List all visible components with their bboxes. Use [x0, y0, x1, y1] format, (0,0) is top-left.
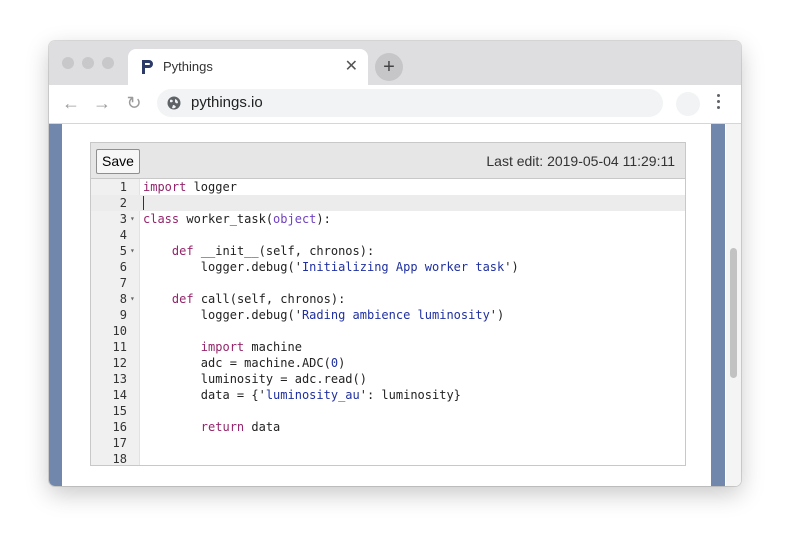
new-tab-button[interactable]: + — [375, 53, 403, 81]
code-text: def call(self, chronos): — [171, 292, 346, 306]
scrollbar-thumb[interactable] — [730, 248, 737, 378]
line-number: 16 — [112, 420, 127, 434]
code-line[interactable]: 6 logger.debug('Initializing App worker … — [91, 259, 685, 275]
editor-header: Save Last edit: 2019-05-04 11:29:11 — [91, 143, 685, 179]
line-number: 11 — [112, 340, 127, 354]
line-number: 7 — [119, 276, 127, 290]
fold-arrow-icon[interactable]: ▾ — [130, 211, 135, 227]
line-number: 5 — [119, 244, 127, 258]
browser-window: Pythings ✕ + ← → ↻ pythings.io Save Last — [49, 41, 741, 486]
tab-close-icon[interactable]: ✕ — [345, 58, 358, 76]
line-number: 10 — [112, 324, 127, 338]
code-line[interactable]: 12 adc = machine.ADC(0) — [91, 355, 685, 371]
fold-arrow-icon[interactable]: ▾ — [130, 243, 135, 259]
maximize-window-button[interactable] — [102, 57, 114, 69]
code-line[interactable]: 2 — [91, 195, 685, 211]
line-number: 4 — [119, 228, 127, 242]
line-number: 9 — [119, 308, 127, 322]
url-text: pythings.io — [191, 94, 263, 111]
line-number: 15 — [112, 404, 127, 418]
back-arrow-icon[interactable]: ← — [61, 93, 81, 113]
code-line[interactable]: 11 import machine — [91, 339, 685, 355]
code-line[interactable]: 9 logger.debug('Rading ambience luminosi… — [91, 307, 685, 323]
profile-avatar[interactable] — [676, 92, 700, 116]
globe-icon — [167, 96, 181, 110]
page-content: Save Last edit: 2019-05-04 11:29:11 1 imp… — [49, 124, 741, 486]
code-line[interactable]: 17 — [91, 435, 685, 451]
code-line[interactable]: 1 import logger — [91, 179, 685, 195]
code-text: import machine — [200, 340, 302, 354]
tab-title: Pythings — [163, 59, 213, 74]
last-edit-timestamp: Last edit: 2019-05-04 11:29:11 — [486, 153, 675, 169]
code-line[interactable]: 15 — [91, 403, 685, 419]
reload-icon[interactable]: ↻ — [124, 93, 144, 113]
code-editor[interactable]: 1 import logger 2 3 ▾ class worker_task(objec… — [91, 179, 685, 465]
left-side-panel — [49, 124, 62, 486]
code-text: logger.debug('Initializing App worker ta… — [143, 260, 519, 274]
code-line[interactable]: 10 — [91, 323, 685, 339]
save-button[interactable]: Save — [96, 149, 140, 174]
code-line[interactable]: 16 return data — [91, 419, 685, 435]
code-line[interactable]: 14 data = {'luminosity_au': luminosity} — [91, 387, 685, 403]
line-number: 14 — [112, 388, 127, 402]
code-text: data = {'luminosity_au': luminosity} — [143, 388, 461, 402]
code-text: adc = machine.ADC(0) — [143, 356, 346, 370]
forward-arrow-icon[interactable]: → — [92, 93, 112, 113]
code-text: luminosity = adc.read() — [143, 372, 367, 386]
code-editor-panel: Save Last edit: 2019-05-04 11:29:11 1 imp… — [90, 142, 686, 466]
code-line[interactable]: 3 ▾ class worker_task(object): — [91, 211, 685, 227]
code-text: class worker_task(object): — [143, 212, 331, 226]
tab-strip: Pythings ✕ + — [49, 41, 741, 85]
browser-tab[interactable]: Pythings ✕ — [128, 49, 368, 85]
text-cursor — [143, 196, 144, 210]
close-window-button[interactable] — [62, 57, 74, 69]
line-number: 2 — [119, 196, 127, 210]
right-side-panel — [711, 124, 725, 486]
pythings-logo-icon — [142, 60, 153, 74]
fold-arrow-icon[interactable]: ▾ — [130, 291, 135, 307]
line-number: 3 — [119, 212, 127, 226]
line-number: 12 — [112, 356, 127, 370]
code-text: import logger — [143, 180, 237, 194]
code-line[interactable]: 13 luminosity = adc.read() — [91, 371, 685, 387]
line-number: 18 — [112, 452, 127, 465]
code-text: logger.debug('Rading ambience luminosity… — [143, 308, 505, 322]
code-line[interactable]: 18 — [91, 451, 685, 465]
code-line[interactable]: 5 ▾ def __init__(self, chronos): — [91, 243, 685, 259]
more-menu-icon[interactable] — [715, 94, 721, 114]
line-number: 17 — [112, 436, 127, 450]
code-line[interactable]: 4 — [91, 227, 685, 243]
line-number: 8 — [119, 292, 127, 306]
minimize-window-button[interactable] — [82, 57, 94, 69]
address-bar[interactable]: pythings.io — [157, 89, 663, 117]
code-text: def __init__(self, chronos): — [171, 244, 375, 258]
line-number: 1 — [119, 180, 127, 194]
code-line[interactable]: 7 — [91, 275, 685, 291]
line-number: 6 — [119, 260, 127, 274]
code-text: return data — [200, 420, 281, 434]
browser-toolbar: ← → ↻ pythings.io — [49, 85, 741, 124]
line-number: 13 — [112, 372, 127, 386]
code-line[interactable]: 8 ▾ def call(self, chronos): — [91, 291, 685, 307]
